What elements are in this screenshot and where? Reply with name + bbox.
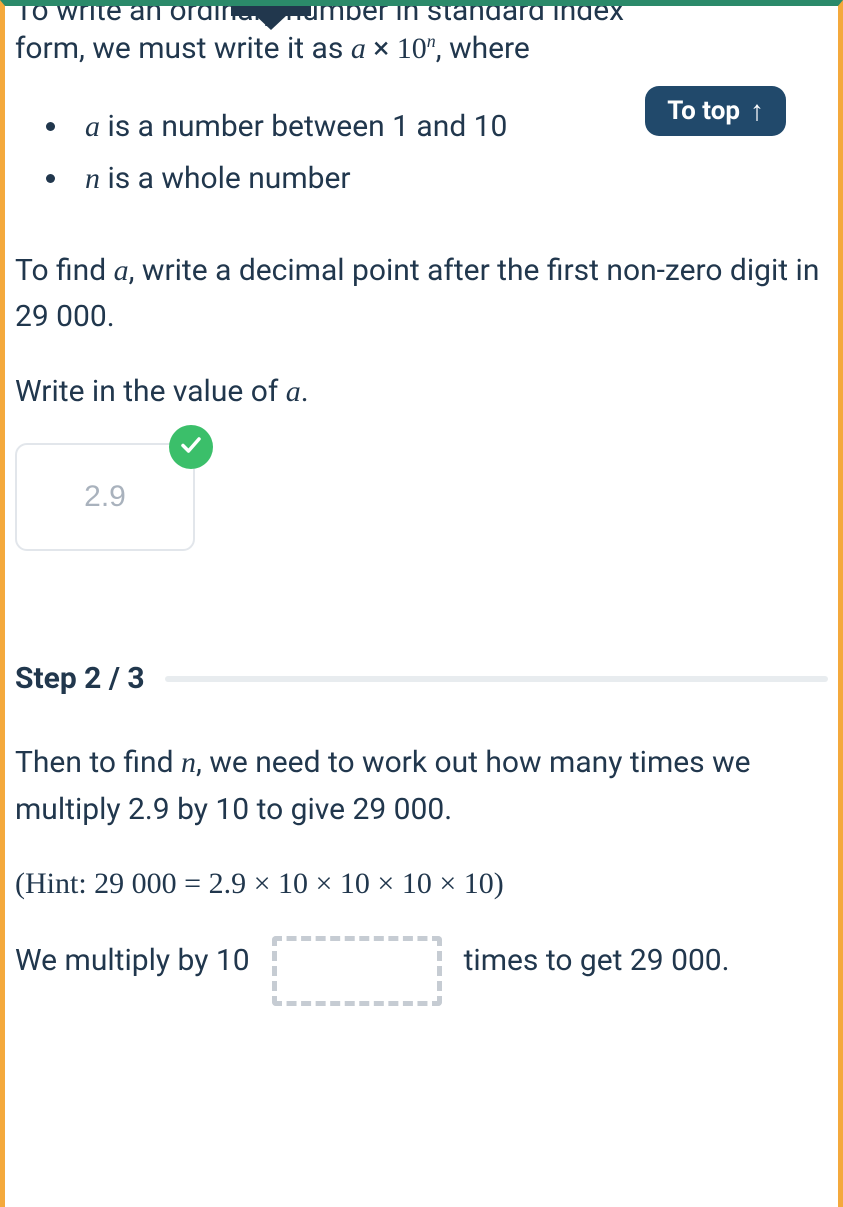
find-a-paragraph: To find a, write a decimal point after t… — [15, 248, 828, 341]
intro-paragraph: form, we must write it as a × 10n, where — [15, 26, 828, 73]
hint-paragraph: (Hint: 29 000 = 2.9 × 10 × 10 × 10 × 10) — [15, 861, 828, 908]
intro-truncated-line: To write an ordinary number in standard … — [15, 6, 828, 26]
fill-right-text: times to get 29 000. — [464, 936, 828, 986]
to-top-label: To top — [667, 96, 740, 126]
answer-a-input[interactable] — [15, 443, 195, 551]
correct-badge — [169, 425, 213, 469]
arrow-up-icon: ↑ — [750, 97, 764, 125]
step-label: Step 2 / 3 — [15, 661, 145, 696]
prompt-a: Write in the value of a. — [15, 369, 828, 416]
exponent-n: n — [427, 31, 436, 51]
step-divider — [165, 676, 828, 682]
step-header: Step 2 / 3 — [15, 661, 828, 696]
answer-n-blank[interactable] — [272, 936, 442, 1006]
find-n-paragraph: Then to find n, we need to work out how … — [15, 740, 828, 833]
answer-a-wrap — [15, 443, 195, 551]
lesson-content: To write an ordinary number in standard … — [15, 6, 828, 1006]
variable-a: a — [351, 32, 366, 65]
fill-left-text: We multiply by 10 — [15, 936, 250, 986]
to-top-button[interactable]: To top ↑ — [645, 86, 786, 136]
check-icon — [179, 433, 203, 461]
lesson-frame: To top ↑ To write an ordinary number in … — [0, 0, 843, 1207]
rule-n: n is a whole number — [71, 153, 828, 206]
fill-in-row: We multiply by 10 times to get 29 000. — [15, 936, 828, 1006]
progress-pointer — [251, 4, 291, 30]
